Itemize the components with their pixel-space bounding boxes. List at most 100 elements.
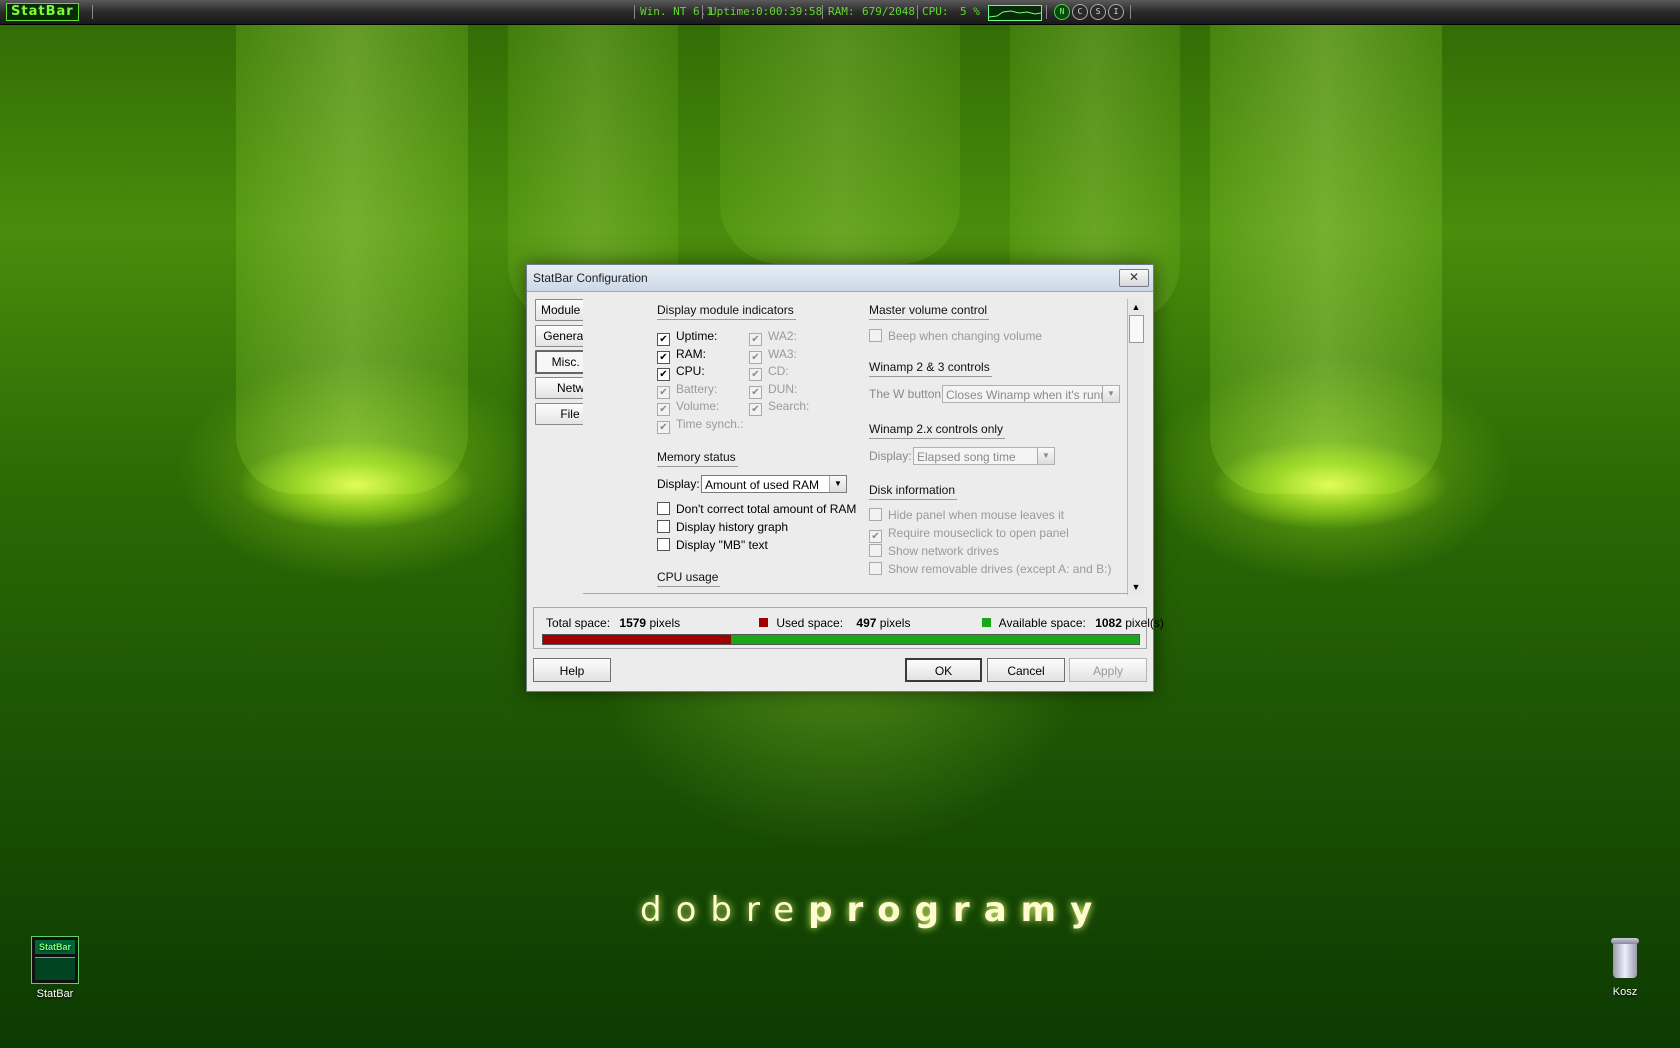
disk-option-checkbox[interactable]: Show removable drives (except A: and B:) bbox=[869, 562, 1111, 576]
statbar-logo[interactable]: StatBar bbox=[6, 3, 79, 21]
checkbox-box[interactable]: ✔ bbox=[869, 530, 882, 543]
scroll-thumb[interactable] bbox=[1129, 315, 1144, 343]
dialog-titlebar[interactable]: StatBar Configuration ✕ bbox=[527, 265, 1153, 292]
checkbox-box[interactable]: ✔ bbox=[657, 385, 670, 399]
disk-option-checkbox[interactable]: Hide panel when mouse leaves it bbox=[869, 508, 1064, 522]
checkbox-box[interactable]: ✔ bbox=[657, 368, 670, 382]
memory-status-heading: Memory status bbox=[657, 450, 738, 467]
indicator-checkbox[interactable]: ✔ Uptime: bbox=[657, 329, 717, 346]
chevron-down-icon[interactable]: ▼ bbox=[1102, 386, 1119, 402]
indicator-checkbox[interactable]: ✔ RAM: bbox=[657, 347, 706, 364]
checkbox-box[interactable]: ✔ bbox=[657, 403, 670, 417]
close-button[interactable]: ✕ bbox=[1119, 269, 1149, 287]
cd-button[interactable]: C bbox=[1072, 4, 1088, 20]
available-space-bar bbox=[730, 635, 1139, 644]
desktop-icon-statbar[interactable]: StatBar StatBar bbox=[20, 936, 90, 1000]
checkbox-box[interactable] bbox=[869, 562, 882, 575]
trash-bin bbox=[1613, 944, 1637, 978]
cancel-button[interactable]: Cancel bbox=[987, 658, 1065, 682]
checkbox-box[interactable] bbox=[657, 502, 670, 515]
network-button[interactable]: N bbox=[1054, 4, 1070, 20]
statbar-app-icon-graph bbox=[35, 957, 75, 980]
winamp2x-heading: Winamp 2.x controls only bbox=[869, 422, 1006, 439]
help-button[interactable]: Help bbox=[533, 658, 611, 682]
checkbox-box[interactable]: ✔ bbox=[657, 350, 670, 364]
wallpaper-glow bbox=[236, 440, 476, 530]
indicator-checkbox[interactable]: ✔ Time synch.: bbox=[657, 417, 744, 434]
checkbox-box[interactable]: ✔ bbox=[657, 333, 670, 346]
memory-display-select[interactable]: Amount of used RAM ▼ bbox=[701, 475, 847, 493]
desktop-icon-trash[interactable]: Kosz bbox=[1590, 936, 1660, 998]
indicator-checkbox[interactable]: ✔ CD: bbox=[749, 364, 789, 382]
scroll-up-icon[interactable]: ▲ bbox=[1128, 299, 1144, 315]
memory-option-checkbox[interactable]: Display "MB" text bbox=[657, 538, 768, 552]
checkbox-box[interactable] bbox=[869, 544, 882, 557]
scroll-down-icon[interactable]: ▼ bbox=[1128, 579, 1144, 595]
separator bbox=[822, 5, 823, 19]
indicator-checkbox-label: CPU: bbox=[676, 364, 705, 379]
used-space-label: Used space: bbox=[776, 616, 844, 630]
indicator-checkbox[interactable]: ✔ WA3: bbox=[749, 347, 797, 364]
checkbox-box[interactable]: ✔ bbox=[749, 350, 762, 364]
winamp-display-select[interactable]: Elapsed song time ▼ bbox=[913, 447, 1055, 465]
desktop-icon-label: Kosz bbox=[1612, 986, 1638, 998]
total-space: Total space: 1579 pixels bbox=[546, 616, 680, 630]
indicator-checkbox-label: Uptime: bbox=[676, 329, 718, 343]
disk-option-checkbox[interactable]: ✔ Require mouseclick to open panel bbox=[869, 526, 1069, 543]
disk-info-heading: Disk information bbox=[869, 483, 958, 500]
available-space: Available space: 1082 pixel(s) bbox=[982, 616, 1164, 630]
w-button-value: Closes Winamp when it's running bbox=[946, 388, 1120, 402]
winamp-display-label: Display: bbox=[869, 449, 912, 463]
memory-option-checkbox-label: Display "MB" text bbox=[676, 538, 768, 552]
statbar-app-icon-logo: StatBar bbox=[35, 940, 75, 954]
indicator-checkbox-label: RAM: bbox=[676, 346, 706, 361]
chevron-down-icon[interactable]: ▼ bbox=[829, 476, 846, 492]
separator bbox=[92, 5, 93, 19]
info-button[interactable]: I bbox=[1108, 4, 1124, 20]
indicator-checkbox-label: Volume: bbox=[676, 399, 720, 414]
beep-label: Beep when changing volume bbox=[888, 329, 1043, 343]
checkbox-box[interactable]: ✔ bbox=[657, 421, 670, 434]
uptime-label: Uptime: bbox=[710, 5, 757, 18]
checkbox-box[interactable]: ✔ bbox=[749, 403, 762, 417]
statbar-configuration-dialog: StatBar Configuration ✕ Module Selection… bbox=[526, 264, 1164, 692]
chevron-down-icon[interactable]: ▼ bbox=[1037, 448, 1054, 464]
options-scrollbar[interactable]: ▲ ▼ bbox=[1127, 299, 1144, 595]
indicator-checkbox[interactable]: ✔ DUN: bbox=[749, 382, 797, 399]
memory-display-value: Amount of used RAM bbox=[705, 478, 820, 492]
ram-label: RAM: bbox=[828, 5, 855, 18]
disk-option-checkbox-label: Require mouseclick to open panel bbox=[888, 526, 1069, 540]
checkbox-box[interactable] bbox=[869, 329, 882, 342]
beep-checkbox[interactable]: Beep when changing volume bbox=[869, 329, 1042, 343]
indicator-checkbox[interactable]: ✔ Volume: bbox=[657, 399, 720, 417]
space-info-box: Total space: 1579 pixels Used space: 497… bbox=[533, 607, 1164, 649]
indicator-checkbox[interactable]: ✔ Battery: bbox=[657, 382, 717, 399]
indicator-checkbox[interactable]: ✔ Search: bbox=[749, 399, 809, 417]
used-space-swatch bbox=[759, 618, 768, 627]
apply-button[interactable]: Apply bbox=[1069, 658, 1147, 682]
display-indicators-heading: Display module indicators bbox=[657, 303, 796, 320]
wallpaper-pillar bbox=[1210, 24, 1442, 494]
indicator-checkbox-label: DUN: bbox=[768, 381, 798, 396]
checkbox-box[interactable]: ✔ bbox=[749, 333, 762, 346]
disk-option-checkbox-label: Hide panel when mouse leaves it bbox=[888, 508, 1065, 522]
checkbox-box[interactable] bbox=[657, 538, 670, 551]
indicator-checkbox[interactable]: ✔ WA2: bbox=[749, 329, 797, 346]
w-button-select[interactable]: Closes Winamp when it's running ▼ bbox=[942, 385, 1120, 403]
checkbox-box[interactable]: ✔ bbox=[749, 385, 762, 399]
checkbox-box[interactable] bbox=[657, 520, 670, 533]
used-space-unit: pixels bbox=[879, 616, 911, 630]
checkbox-box[interactable] bbox=[869, 508, 882, 521]
ok-button[interactable]: OK bbox=[905, 658, 982, 682]
disk-option-checkbox[interactable]: Show network drives bbox=[869, 544, 999, 558]
wallpaper-brand: dobreprogramy bbox=[640, 890, 1106, 930]
cpu-graph-line bbox=[988, 10, 1042, 18]
checkbox-box[interactable]: ✔ bbox=[749, 368, 762, 382]
space-usage-bar bbox=[542, 634, 1140, 645]
memory-option-checkbox[interactable]: Don't correct total amount of RAM bbox=[657, 502, 856, 516]
master-volume-heading: Master volume control bbox=[869, 303, 990, 320]
search-button[interactable]: S bbox=[1090, 4, 1106, 20]
total-space-unit: pixels bbox=[649, 616, 681, 630]
indicator-checkbox[interactable]: ✔ CPU: bbox=[657, 364, 705, 382]
memory-option-checkbox[interactable]: Display history graph bbox=[657, 520, 788, 534]
